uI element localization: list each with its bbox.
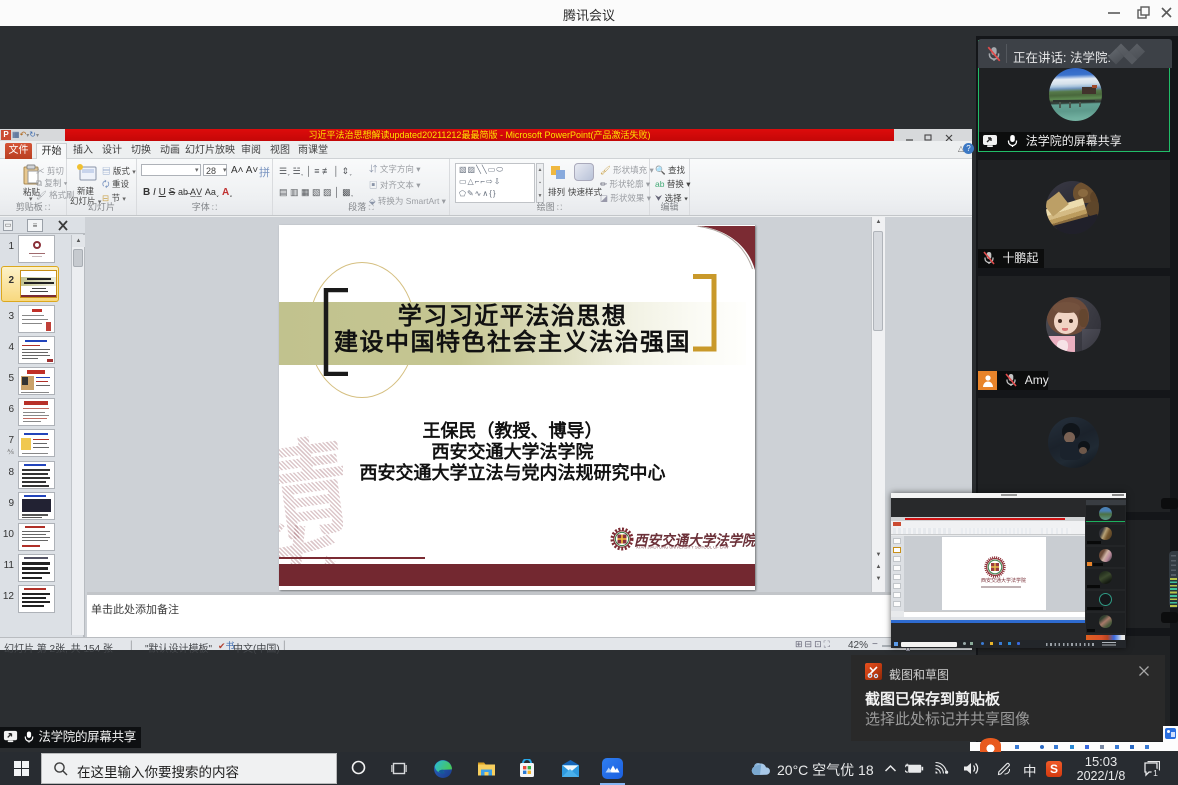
svg-text:1: 1 xyxy=(1153,768,1158,777)
